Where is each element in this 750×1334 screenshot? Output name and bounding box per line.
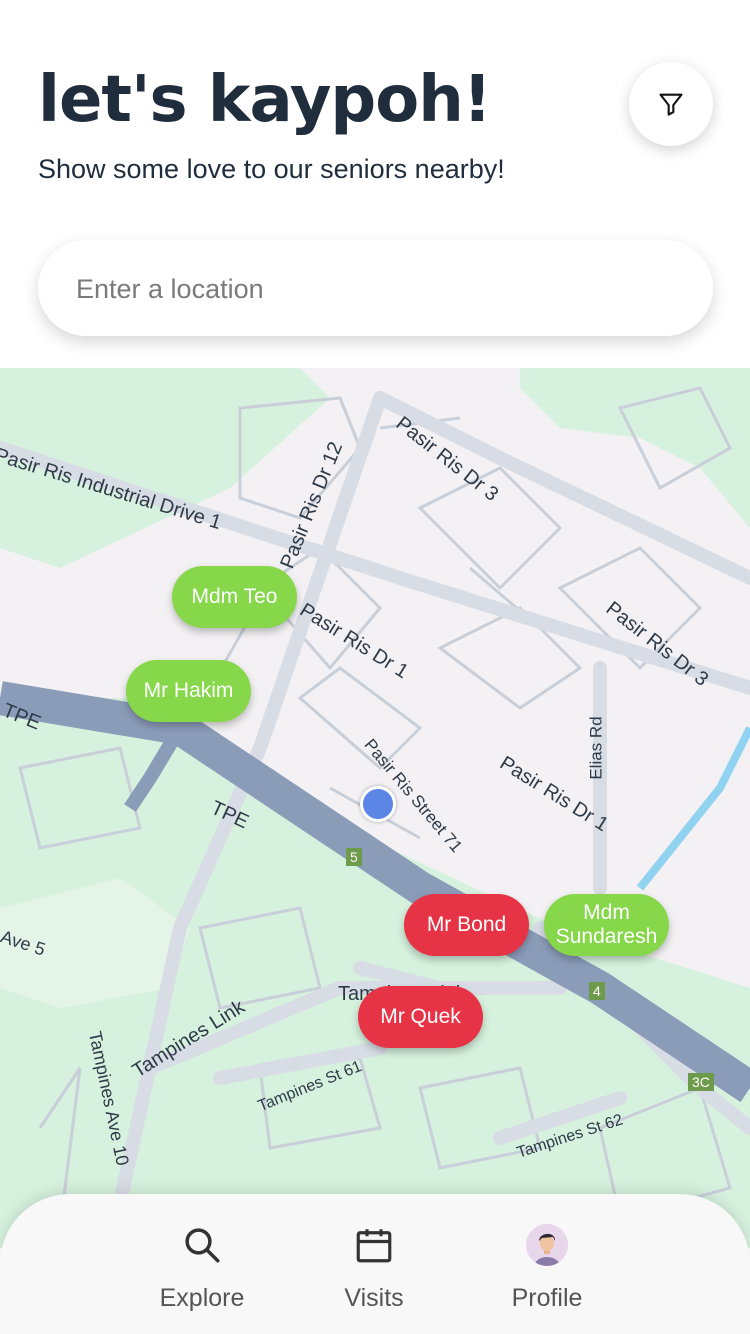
- nav-item-explore[interactable]: Explore: [132, 1222, 272, 1313]
- page-subtitle: Show some love to our seniors nearby!: [38, 154, 505, 184]
- location-search-input[interactable]: [74, 240, 678, 338]
- nav-label: Profile: [511, 1284, 583, 1312]
- senior-pin-mr-quek[interactable]: Mr Quek: [358, 986, 483, 1048]
- search-icon: [185, 1228, 220, 1263]
- senior-pin-mdm-teo[interactable]: Mdm Teo: [172, 566, 297, 628]
- location-search[interactable]: [38, 240, 713, 338]
- exit-badge: 3C: [688, 1073, 714, 1091]
- filter-funnel-icon: [659, 93, 683, 116]
- filter-button[interactable]: [629, 62, 713, 146]
- nav-label: Explore: [159, 1284, 245, 1312]
- senior-pin-mr-hakim[interactable]: Mr Hakim: [126, 660, 251, 722]
- senior-pin-mr-bond[interactable]: Mr Bond: [404, 894, 529, 956]
- exit-badge: 4: [589, 982, 605, 1000]
- calendar-icon: [356, 1229, 392, 1263]
- avatar: [526, 1224, 568, 1266]
- bottom-nav: Explore Visits Profile: [0, 1194, 750, 1334]
- current-location-dot: [360, 786, 396, 822]
- exit-badge: 5: [346, 848, 362, 866]
- nav-label: Visits: [344, 1284, 404, 1312]
- map-view[interactable]: Pasir Ris Industrial Drive 1 Pasir Ris D…: [0, 368, 750, 1248]
- page-title: let's kaypoh!: [38, 63, 492, 137]
- nav-item-visits[interactable]: Visits: [304, 1222, 444, 1313]
- road-label: Elias Rd: [586, 716, 606, 780]
- senior-pin-mdm-sundaresh[interactable]: Mdm Sundaresh: [544, 894, 669, 956]
- nav-item-profile[interactable]: Profile: [477, 1222, 617, 1313]
